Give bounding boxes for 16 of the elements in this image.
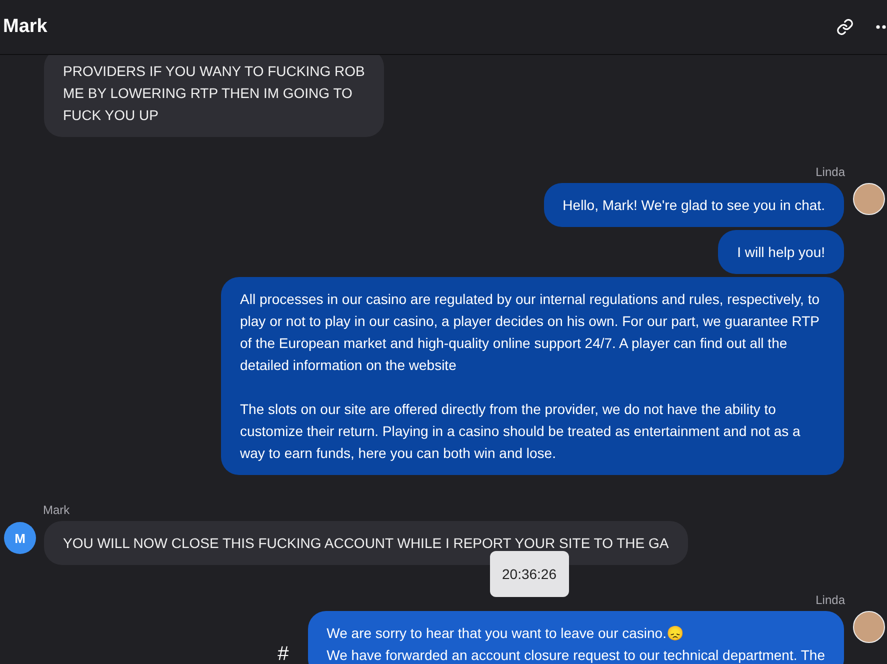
link-icon[interactable] (836, 18, 854, 36)
avatar: M (4, 522, 36, 554)
message-bubble: PROVIDERS IF YOU WANY TO FUCKING ROB ME BY LOWERING RTP THEN IM GOING TO FUCK YOU UP (44, 55, 384, 137)
sender-name: Linda (816, 593, 845, 607)
sender-name: Linda (816, 165, 845, 179)
hash-icon[interactable]: # (278, 643, 289, 664)
message-bubble: All processes in our casino are regulated by our internal regulations and rules, respectively, to play or not to play in our casino, a player decides on his own. For our part, we guarantee RTP of the European market and high-quality online support 24/7. A player can find out all the detailed information on the website The slots on our site are offered directly from the provider, we do not have the ability to customize their return. Playing in a casino should be treated as entertainment and not as a way to earn funds, here you can both win and lose. (221, 277, 844, 475)
message-bubble: Hello, Mark! We're glad to see you in chat. (544, 183, 844, 227)
chat-title: Mark (3, 16, 48, 38)
time-tooltip: 20:36:26 (490, 551, 568, 597)
message-bubble: I will help you! (718, 230, 844, 274)
avatar-photo-placeholder (853, 611, 885, 643)
avatar-photo-placeholder (853, 183, 885, 215)
message-bubble: We are sorry to hear that you want to leave our casino.😞 We have forwarded an account closure request to our technical department. The (308, 611, 844, 664)
message-bubble: YOU WILL NOW CLOSE THIS FUCKING ACCOUNT WHILE I REPORT YOUR SITE TO THE GA (44, 521, 688, 565)
sender-name: Mark (43, 503, 70, 517)
